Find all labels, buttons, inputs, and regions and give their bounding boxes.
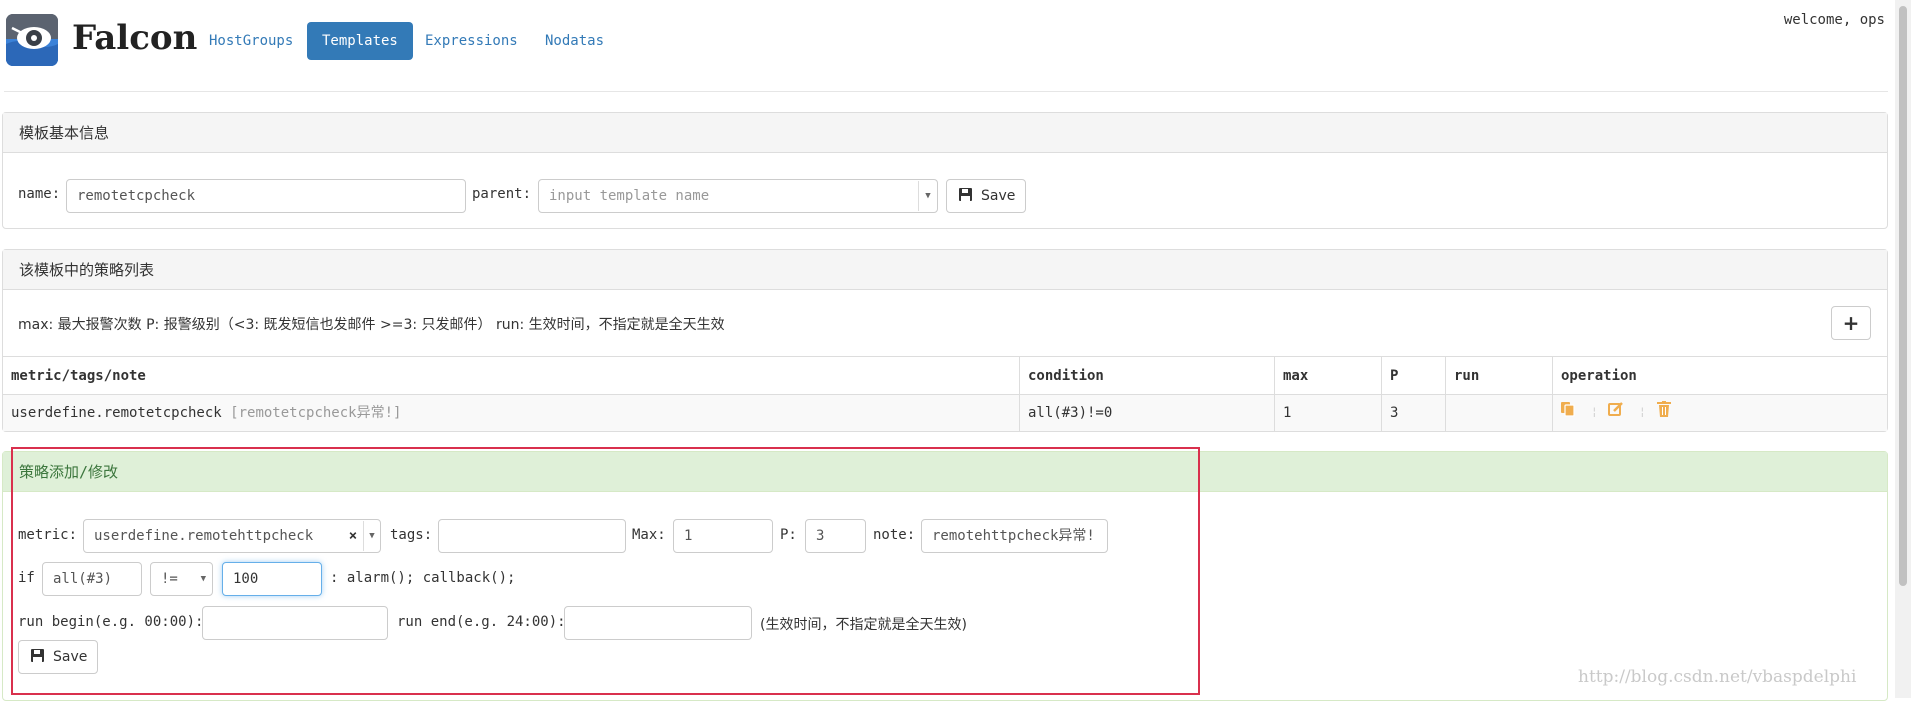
col-header-metric: metric/tags/note: [11, 368, 146, 384]
nav-nodatas[interactable]: Nodatas: [530, 22, 619, 60]
floppy-disk-icon: [959, 187, 972, 205]
table-row: userdefine.remotetcpcheck [remotetcpchec…: [3, 395, 401, 431]
chevron-down-icon[interactable]: ▼: [919, 180, 937, 212]
col-header-condition: condition: [1028, 368, 1104, 384]
parent-label: parent:: [472, 186, 532, 202]
row-p: 3: [1390, 405, 1399, 421]
highlight-annotation: [11, 447, 1200, 695]
col-header-p: P: [1390, 368, 1399, 384]
save-template-label: Save: [981, 188, 1016, 204]
col-header-run: run: [1454, 368, 1480, 384]
op-separator: ¦: [1639, 405, 1646, 418]
watermark: http://blog.csdn.net/vbaspdelphi: [1578, 667, 1857, 687]
col-header-operation: operation: [1561, 368, 1637, 384]
copy-icon[interactable]: [1560, 401, 1576, 422]
trash-icon[interactable]: [1657, 401, 1671, 422]
plus-icon: +: [1842, 311, 1860, 335]
row-metric: userdefine.remotetcpcheck: [11, 405, 222, 421]
nav-expressions[interactable]: Expressions: [410, 22, 533, 60]
parent-template-select[interactable]: input template name ▼: [538, 179, 938, 213]
strategy-legend: max: 最大报警次数 P: 报警级别（<3: 既发短信也发邮件 >=3: 只发…: [18, 317, 725, 333]
header-divider: [4, 91, 1888, 92]
scrollbar-thumb[interactable]: [1899, 6, 1907, 586]
row-run: [1446, 395, 1454, 431]
panel-title-strategies: 该模板中的策略列表: [3, 250, 1887, 290]
welcome-text: welcome, ops: [1783, 12, 1885, 28]
panel-title-basic: 模板基本信息: [3, 113, 1887, 153]
edit-icon[interactable]: [1608, 401, 1624, 422]
row-note: [remotetcpcheck异常!]: [230, 405, 402, 421]
row-max: 1: [1283, 405, 1292, 421]
parent-placeholder: input template name: [549, 188, 710, 204]
falcon-logo-icon: [6, 14, 58, 66]
op-separator: ¦: [1591, 405, 1598, 418]
nav-templates[interactable]: Templates: [307, 22, 413, 60]
add-strategy-button[interactable]: +: [1831, 306, 1871, 340]
brand-title: Falcon: [72, 18, 198, 58]
save-template-button[interactable]: Save: [946, 179, 1026, 213]
nav-hostgroups[interactable]: HostGroups: [194, 22, 308, 60]
col-header-max: max: [1283, 368, 1309, 384]
name-label: name:: [18, 186, 61, 202]
template-name-input[interactable]: remotetcpcheck: [66, 179, 466, 213]
row-condition: all(#3)!=0: [1028, 405, 1113, 421]
